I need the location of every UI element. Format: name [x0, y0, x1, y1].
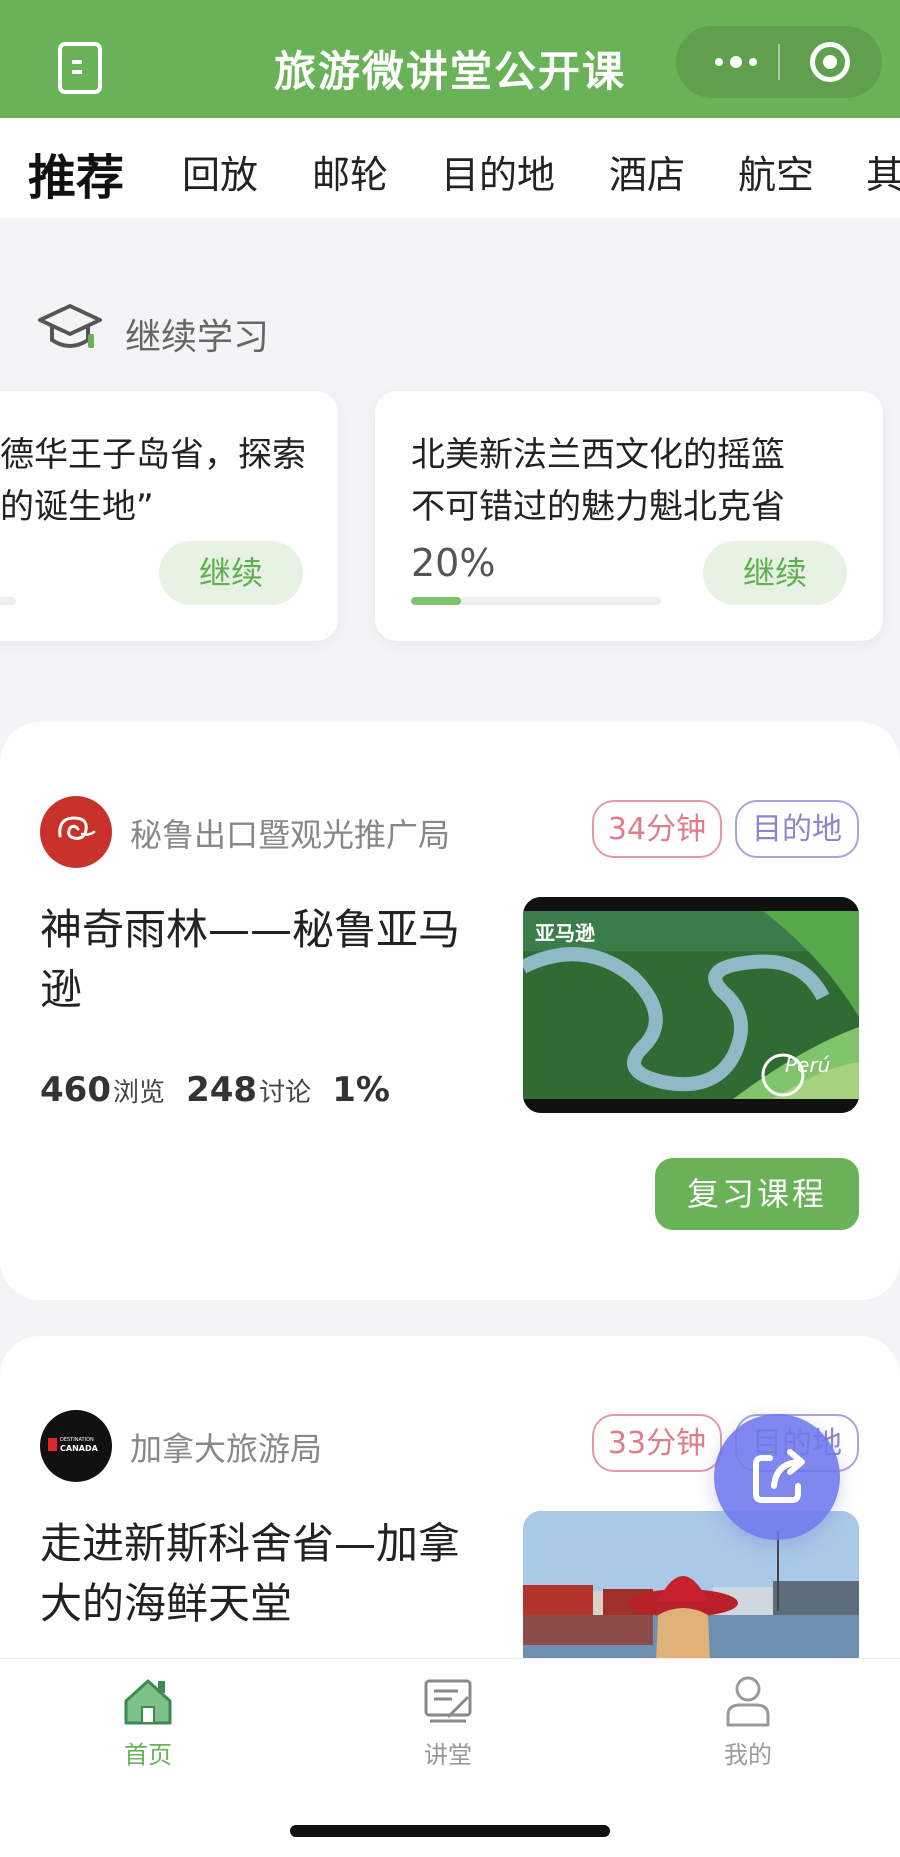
bottom-navigation: 首页 讲堂 我的 [0, 1658, 900, 1857]
canada-logo-text: DESTINATION CANADA [60, 1437, 98, 1453]
continue-card-title-line: 北美新法兰西文化的摇篮 [411, 435, 785, 475]
nav-home[interactable]: 首页 [68, 1673, 228, 1770]
nav-lecture[interactable]: 讲堂 [368, 1673, 528, 1770]
views-label: 浏览 [112, 1078, 165, 1108]
tab-destination[interactable]: 目的地 [441, 144, 555, 199]
category-tag: 目的地 [735, 800, 859, 858]
nav-profile-label: 我的 [724, 1741, 772, 1769]
course-card-peru[interactable]: 秘鲁出口暨观光推广局 34分钟 目的地 神奇雨林——秘鲁亚马逊 460浏览 24… [0, 722, 900, 1300]
tab-cruise[interactable]: 邮轮 [312, 144, 388, 199]
review-course-button[interactable]: 复习课程 [655, 1158, 859, 1230]
continue-card-quebec[interactable]: 北美新法兰西文化的摇篮 不可错过的魅力魁北克省 20% 继续 [375, 391, 883, 641]
course-title[interactable]: 神奇雨林——秘鲁亚马逊 [40, 900, 480, 1020]
nav-home-label: 首页 [124, 1741, 172, 1769]
share-button[interactable] [714, 1414, 840, 1540]
course-progress: 1% [332, 1070, 390, 1110]
nav-profile[interactable]: 我的 [668, 1673, 828, 1770]
course-stats: 460浏览 248讨论 1% [40, 1070, 390, 1110]
duration-tag: 34分钟 [592, 800, 722, 858]
continue-progress-fill [411, 597, 461, 605]
course-title[interactable]: 走进新斯科舍省—加拿大的海鲜天堂 [40, 1514, 480, 1634]
org-logo-peru [40, 796, 112, 868]
tab-replay[interactable]: 回放 [182, 144, 258, 199]
continue-card-title-line: 德华王子岛省，探索 [0, 435, 306, 475]
continue-progress-bar [0, 597, 16, 605]
profile-icon [726, 1676, 770, 1727]
lecture-icon [424, 1679, 472, 1723]
course-thumbnail-amazon[interactable]: 亚马逊 Perú [523, 897, 859, 1113]
discussions-count: 248 [186, 1070, 258, 1110]
mini-program-capsule [676, 26, 882, 98]
tab-other[interactable]: 其 [866, 144, 900, 199]
more-options-icon[interactable] [706, 26, 766, 98]
discussions-label: 讨论 [259, 1078, 312, 1108]
close-mini-program-icon[interactable] [810, 42, 850, 82]
continue-button[interactable]: 继续 [703, 541, 847, 605]
views-count: 460 [40, 1070, 111, 1110]
tab-airline[interactable]: 航空 [738, 144, 814, 199]
continue-card-title: 北美新法兰西文化的摇篮 不可错过的魅力魁北克省 [411, 429, 785, 533]
thumbnail-caption: 亚马逊 [535, 921, 595, 945]
org-name: 秘鲁出口暨观光推广局 [130, 816, 451, 854]
continue-card-title-line: 的诞生地” [0, 487, 154, 527]
capsule-divider [778, 44, 780, 80]
peru-logo-icon [58, 816, 96, 840]
thumbnail-brand: Perú [785, 1053, 831, 1077]
continue-card-pei[interactable]: 德华王子岛省，探索 的诞生地” 继续 [0, 391, 338, 641]
nav-lecture-label: 讲堂 [424, 1741, 472, 1769]
continue-card-title-line: 不可错过的魅力魁北克省 [411, 487, 785, 527]
continue-learning-section: 继续学习 德华王子岛省，探索 的诞生地” 继续 北美新法兰西文化的摇篮 不可错过… [0, 258, 900, 668]
continue-progress-text: 20% [411, 541, 496, 585]
home-icon [124, 1679, 172, 1725]
maple-leaf-icon [48, 1438, 57, 1451]
share-icon [753, 1449, 805, 1503]
canada-logo-line: DESTINATION [60, 1437, 94, 1443]
canada-logo-line: CANADA [60, 1444, 98, 1453]
tab-recommend[interactable]: 推荐 [28, 138, 124, 208]
graduation-cap-icon [38, 304, 102, 348]
header-bar: 旅游微讲堂公开课 [0, 0, 900, 118]
home-indicator [290, 1825, 610, 1837]
tab-hotel[interactable]: 酒店 [609, 144, 685, 199]
category-tabs: 推荐 回放 邮轮 目的地 酒店 航空 其 [0, 118, 900, 218]
duration-tag: 33分钟 [592, 1414, 722, 1472]
continue-card-title: 德华王子岛省，探索 的诞生地” [0, 429, 306, 533]
continue-learning-title: 继续学习 [125, 317, 270, 358]
continue-button[interactable]: 继续 [159, 541, 303, 605]
org-name: 加拿大旅游局 [130, 1430, 323, 1468]
org-logo-canada: DESTINATION CANADA [40, 1410, 112, 1482]
continue-progress-bar [411, 597, 661, 605]
